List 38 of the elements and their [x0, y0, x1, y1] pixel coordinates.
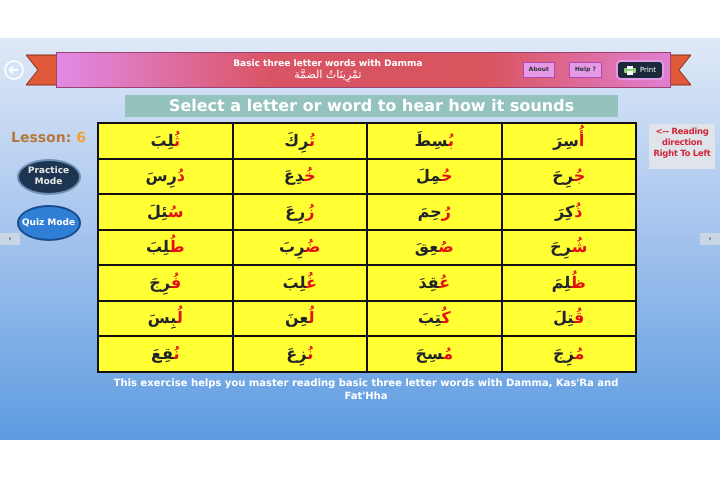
scroll-left-button[interactable]: ‹ — [0, 233, 20, 245]
word-cell[interactable]: ظُلِمَ — [502, 265, 636, 300]
word-cell[interactable]: ذُكِرَ — [502, 194, 636, 230]
lesson-label: Lesson: 6 — [11, 129, 86, 148]
instruction-banner: Select a letter or word to hear how it sounds — [125, 95, 618, 117]
word-cell[interactable]: حُمِلَ — [367, 158, 502, 194]
arabic-title: تمْرِينَاتُ الضمَّة — [293, 68, 362, 82]
word-cell[interactable]: تُرِكَ — [232, 123, 367, 158]
mode-button[interactable]: Quiz Mode — [16, 205, 80, 241]
word-cell[interactable]: نُقِعَ — [98, 336, 232, 372]
mode-button[interactable]: Practice Mode — [16, 159, 80, 195]
word-cell[interactable]: سُئِلَ — [98, 194, 232, 230]
word-cell[interactable]: خُدِعَ — [232, 158, 367, 194]
word-cell[interactable]: زُرِعَ — [232, 194, 367, 230]
word-cell[interactable]: دُرِسَ — [98, 158, 232, 194]
word-cell[interactable]: شُرِحَ — [502, 230, 636, 265]
exercise-description: This exercise helps you master reading basic three letter words with Damma, Kas'Ra and Fat'Hha — [112, 376, 620, 402]
word-cell[interactable]: لُعِنَ — [232, 300, 367, 336]
word-cell[interactable]: ثُلِبَ — [98, 123, 232, 158]
word-cell[interactable]: عُقِدَ — [367, 265, 502, 300]
word-cell[interactable]: كُتِبَ — [367, 300, 502, 336]
word-cell[interactable]: لُبِسَ — [98, 300, 232, 336]
scroll-right-button[interactable]: › — [700, 233, 720, 245]
word-cell[interactable]: صُعِقَ — [367, 230, 502, 265]
lesson-title: Basic three letter words with Damma — [232, 58, 424, 69]
word-cell[interactable]: أُسِرَ — [502, 123, 636, 158]
word-cell[interactable]: ضُرِبَ — [232, 230, 367, 265]
word-cell[interactable]: مُزِجَ — [502, 336, 636, 372]
word-cell[interactable]: بُسِطَ — [367, 123, 502, 158]
word-cell[interactable]: قُتِلَ — [502, 300, 636, 336]
word-cell[interactable]: مُسِحَ — [367, 336, 502, 372]
word-cell[interactable]: رُحِمَ — [367, 194, 502, 230]
word-cell[interactable]: فُرِجَ — [98, 265, 232, 300]
word-cell[interactable]: طُلِبَ — [98, 230, 232, 265]
word-cell[interactable]: نُزِعَ — [232, 336, 367, 372]
word-cell[interactable]: جُرِحَ — [502, 158, 636, 194]
word-cell[interactable]: غُلِبَ — [232, 265, 367, 300]
reading-direction-note: <-- Reading direction Right To Left — [649, 124, 715, 169]
